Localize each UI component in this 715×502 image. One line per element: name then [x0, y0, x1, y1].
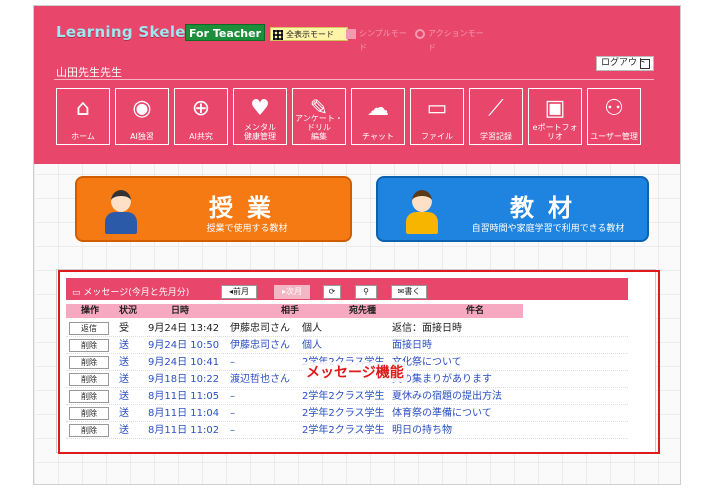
app-window: Learning Skeleton For Teacher 全表示モード シンプ… — [33, 5, 681, 485]
home-icon: ⌂ — [76, 96, 90, 121]
nav-label: アンケート・ドリル 編集 — [295, 114, 343, 141]
class-button[interactable]: 授業 授業で使用する教材 — [75, 176, 352, 242]
nav-ai-search[interactable]: ⊕ AI共究 — [174, 88, 228, 145]
nav-label: メンタル 健康管理 — [244, 123, 276, 141]
chat-bubbles-icon: ☁ — [367, 96, 389, 121]
teacher-tag: For Teacher — [185, 24, 265, 41]
header-divider — [54, 79, 654, 80]
nav-label: チャット — [362, 132, 394, 141]
logout-button[interactable]: ログアウト — [596, 56, 654, 71]
nav-home[interactable]: ⌂ ホーム — [56, 88, 110, 145]
simple-mode-label: シンプルモード — [359, 29, 407, 52]
material-button-title: 教材 — [510, 194, 586, 222]
simple-mode-icon — [346, 29, 356, 39]
ai-brain-icon: ◉ — [132, 96, 152, 121]
full-mode-button[interactable]: 全表示モード — [270, 27, 348, 41]
nav-portfolio[interactable]: ▣ eポートフォリオ — [528, 88, 582, 145]
nav-label: eポートフォリオ — [532, 123, 578, 141]
class-button-title: 授業 — [209, 194, 285, 222]
message-feature-label: メッセージ機能 — [303, 362, 407, 382]
teacher-avatar-icon — [99, 186, 143, 236]
folder-icon: ▭ — [426, 96, 448, 121]
action-mode-icon — [415, 29, 425, 39]
student-laptop-icon — [400, 186, 444, 236]
users-icon: ⚇ — [604, 96, 624, 121]
portfolio-icon: ▣ — [544, 96, 566, 121]
material-button[interactable]: 教材 自習時間や家庭学習で利用できる教材 — [376, 176, 649, 242]
chart-line-icon: ⟋ — [488, 96, 504, 121]
nav-label: AI共究 — [189, 132, 213, 141]
header: Learning Skeleton For Teacher 全表示モード シンプ… — [34, 6, 680, 164]
heart-pulse-icon: ♥ — [250, 96, 270, 121]
nav-pencil-notepad[interactable]: ✎ アンケート・ドリル 編集 — [292, 88, 346, 145]
ai-search-icon: ⊕ — [191, 96, 211, 121]
full-mode-label: 全表示モード — [286, 30, 334, 39]
nav-heart-pulse[interactable]: ♥ メンタル 健康管理 — [233, 88, 287, 145]
user-name: 山田先生先生 — [56, 66, 122, 79]
nav-ai-brain[interactable]: ◉ AI独習 — [115, 88, 169, 145]
nav-users[interactable]: ⚇ ユーザー管理 — [587, 88, 641, 145]
nav-chart-line[interactable]: ⟋ 学習記録 — [469, 88, 523, 145]
nav-label: ファイル — [421, 132, 453, 141]
material-button-subtitle: 自習時間や家庭学習で利用できる教材 — [471, 224, 625, 234]
simple-mode-button[interactable]: シンプルモード — [344, 27, 410, 52]
logout-icon — [640, 59, 650, 69]
grid-icon — [273, 30, 283, 40]
nav-label: ホーム — [71, 132, 95, 141]
nav-label: AI独習 — [130, 132, 154, 141]
class-button-subtitle: 授業で使用する教材 — [206, 224, 288, 234]
nav-label: 学習記録 — [480, 132, 512, 141]
action-mode-button[interactable]: アクションモード — [413, 27, 487, 52]
nav-folder[interactable]: ▭ ファイル — [410, 88, 464, 145]
nav-label: ユーザー管理 — [590, 132, 638, 141]
action-mode-label: アクションモード — [428, 29, 484, 52]
nav-chat-bubbles[interactable]: ☁ チャット — [351, 88, 405, 145]
